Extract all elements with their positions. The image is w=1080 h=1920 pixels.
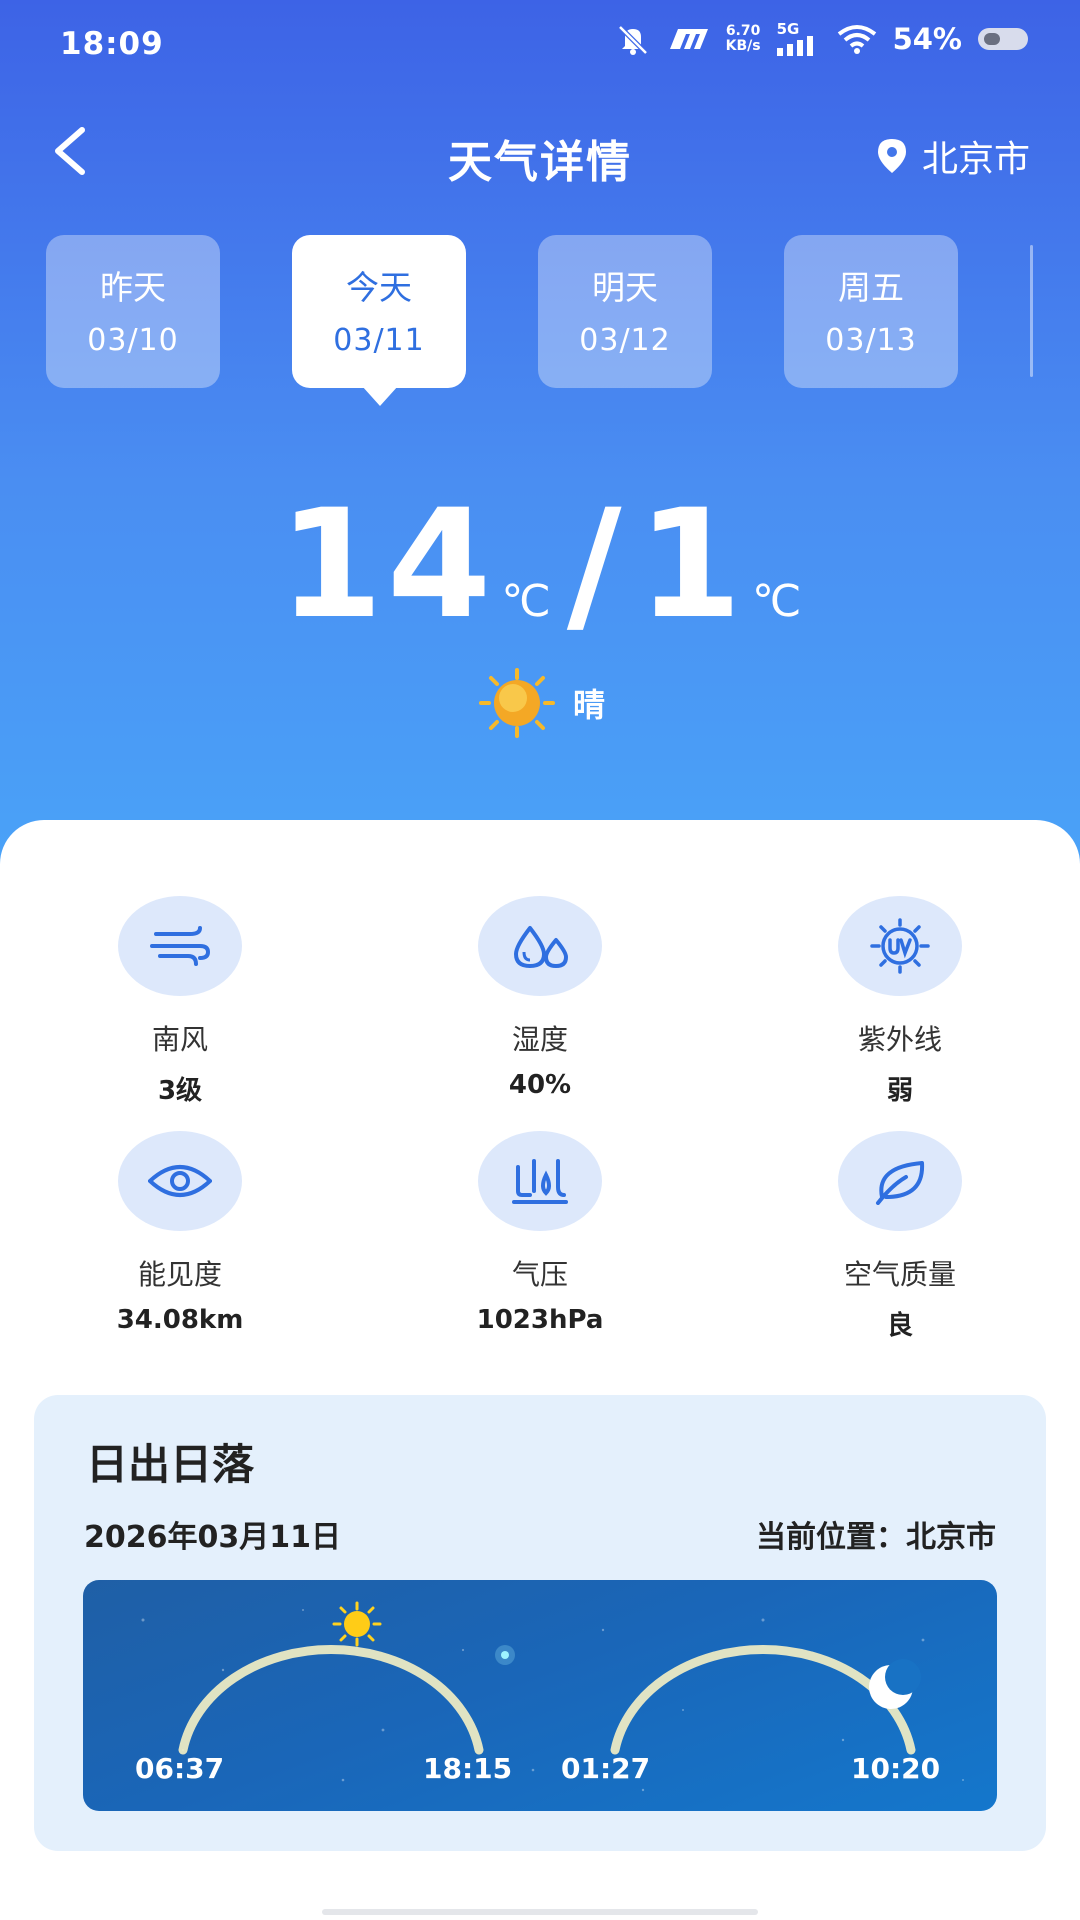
card-title: 日出日落 <box>86 1440 255 1489</box>
stat-air-quality: 空气质量 良 <box>780 1131 1020 1342</box>
current-location-name: 北京市 <box>906 1520 996 1555</box>
day-tab-name: 明天 <box>592 268 658 307</box>
stat-value: 3级 <box>157 1076 203 1106</box>
stat-label: 湿度 <box>511 1023 568 1056</box>
day-tab-date: 03/12 <box>579 323 671 358</box>
location-name: 北京市 <box>921 139 1030 180</box>
weather-condition: 晴 <box>0 668 1080 738</box>
card-date: 2026年03月11日 <box>84 1520 341 1555</box>
eye-icon <box>118 1131 242 1231</box>
day-tab-tomorrow[interactable]: 明天 03/12 <box>538 235 712 388</box>
stat-label: 南风 <box>151 1023 208 1056</box>
network-type: 5G <box>776 20 800 38</box>
day-tab-next-edge[interactable] <box>1030 245 1033 377</box>
status-time: 18:09 <box>60 26 164 62</box>
wind-icon <box>118 896 242 996</box>
bell-muted-icon <box>617 25 648 55</box>
temp-separator: / <box>566 478 622 652</box>
sun-moon-arc-panel: 06:37 18:15 01:27 10:20 <box>83 1580 997 1811</box>
stat-label: 能见度 <box>137 1258 222 1291</box>
net-speed-unit: KB/s <box>725 38 761 54</box>
day-tab-date: 03/10 <box>87 323 179 358</box>
sun-icon <box>478 668 555 738</box>
day-tab-date: 03/13 <box>825 323 917 358</box>
temperature-range: 14 ℃/1 ℃ <box>0 478 1080 652</box>
stat-uv: 紫外线 弱 <box>780 896 1020 1107</box>
signal-group: 5G <box>776 20 821 56</box>
leaf-icon <box>838 1131 962 1231</box>
battery-percent: 54% <box>892 22 962 56</box>
stat-label: 气压 <box>511 1258 568 1291</box>
stat-humidity: 湿度 40% <box>420 896 660 1100</box>
current-location: 当前位置：北京市 <box>756 1512 996 1556</box>
humidity-icon <box>478 896 602 996</box>
temp-unit: ℃ <box>501 576 551 627</box>
sunrise-sunset-card: 日出日落 2026年03月11日 当前位置：北京市 06:37 18:15 01… <box>34 1395 1046 1851</box>
stat-value: 40% <box>508 1070 572 1100</box>
home-indicator[interactable] <box>322 1909 758 1915</box>
location-pin-icon <box>877 139 906 173</box>
condition-text: 晴 <box>572 686 605 724</box>
signal-icon <box>776 36 813 56</box>
stat-visibility: 能见度 34.08km <box>60 1131 300 1335</box>
stat-pressure: 气压 1023hPa <box>420 1131 660 1335</box>
day-tab-name: 周五 <box>838 268 904 307</box>
sunrise-time: 06:37 <box>135 1752 225 1785</box>
stat-value: 弱 <box>886 1076 913 1106</box>
net-speed-value: 6.70 <box>725 23 761 39</box>
stat-label: 紫外线 <box>857 1023 942 1056</box>
stat-value: 34.08km <box>116 1305 244 1335</box>
day-tab-date: 03/11 <box>333 323 425 358</box>
vpn-icon <box>669 29 708 49</box>
day-tab-today[interactable]: 今天 03/11 <box>292 235 466 406</box>
status-icons: 6.70 KB/s 5G 54% <box>616 22 1028 56</box>
day-tab-yesterday[interactable]: 昨天 03/10 <box>46 235 220 388</box>
status-bar: 18:09 6.70 KB/s 5G 54% <box>0 0 1080 90</box>
moonrise-time: 01:27 <box>561 1752 651 1785</box>
battery-icon <box>978 28 1028 50</box>
stat-wind: 南风 3级 <box>60 896 300 1107</box>
temp-unit: ℃ <box>751 576 802 627</box>
uv-icon <box>838 896 962 996</box>
net-speed: 6.70 KB/s <box>726 24 761 54</box>
day-tab-name: 今天 <box>346 268 412 307</box>
moonset-time: 10:20 <box>851 1752 941 1785</box>
pressure-icon <box>478 1131 602 1231</box>
current-location-label: 当前位置： <box>756 1520 906 1555</box>
temp-high: 14 <box>278 478 496 652</box>
arc-moon-icon <box>869 1659 921 1709</box>
arc-sun-icon <box>332 1601 382 1647</box>
day-tab-name: 昨天 <box>100 268 166 307</box>
day-tab-friday[interactable]: 周五 03/13 <box>784 235 958 388</box>
stat-value: 1023hPa <box>476 1305 604 1335</box>
stat-label: 空气质量 <box>843 1258 956 1291</box>
sunset-time: 18:15 <box>423 1752 513 1785</box>
stat-value: 良 <box>886 1311 913 1341</box>
temp-low: 1 <box>637 478 746 652</box>
wifi-icon <box>837 25 876 54</box>
location-selector[interactable]: 北京市 <box>877 130 1030 182</box>
